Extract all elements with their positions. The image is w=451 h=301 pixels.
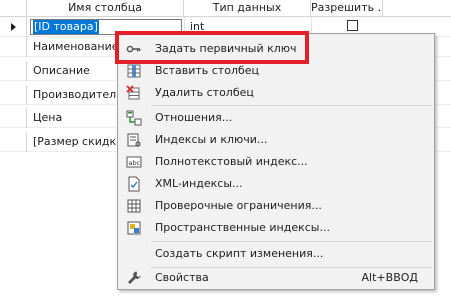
header-allow-nulls[interactable]: Разрешить ... — [311, 0, 383, 16]
menu-item-label: Индексы и ключи... — [155, 133, 268, 146]
row-selector[interactable] — [0, 61, 27, 81]
menu-separator — [151, 105, 432, 106]
check-constraints-icon — [126, 198, 142, 214]
allow-nulls-checkbox[interactable] — [347, 20, 358, 31]
menu-item-label: Полнотекстовый индекс... — [155, 155, 308, 168]
row-selector[interactable] — [0, 132, 27, 152]
menu-item-label: Проверочные ограничения... — [155, 199, 322, 212]
row-selector[interactable] — [0, 17, 27, 37]
menu-item-xml-indexes[interactable]: XML-индексы... — [120, 173, 432, 195]
indexes-keys-icon — [126, 132, 142, 148]
selected-text: [ID товара] — [33, 20, 99, 34]
row-selector[interactable] — [0, 85, 27, 105]
row-selector[interactable] — [0, 37, 27, 57]
menu-item-label: Удалить столбец — [155, 86, 254, 99]
script-icon — [126, 246, 142, 262]
svg-text:abc: abc — [129, 159, 141, 167]
menu-item-generate-change-script[interactable]: Создать скрипт изменения... — [120, 243, 432, 265]
menu-item-label: XML-индексы... — [155, 177, 243, 190]
grid-header: Имя столбца Тип данных Разрешить ... — [0, 0, 451, 17]
wrench-icon — [126, 270, 142, 286]
xml-index-icon — [126, 176, 142, 192]
menu-item-label: Отношения... — [155, 111, 233, 124]
menu-item-label: Создать скрипт изменения... — [155, 247, 324, 260]
highlight-annotation-box — [115, 31, 309, 64]
header-column-name[interactable]: Имя столбца — [27, 0, 184, 16]
menu-item-label: Свойства — [155, 271, 209, 284]
context-menu: Задать первичный ключ Вставить столбец У… — [117, 33, 435, 290]
menu-item-relationships[interactable]: Отношения... — [120, 107, 432, 129]
spatial-index-icon — [126, 220, 142, 236]
column-name-cell[interactable]: [Размер скидки] — [33, 132, 128, 152]
menu-item-fulltext-index[interactable]: abc Полнотекстовый индекс... — [120, 151, 432, 173]
menu-item-properties[interactable]: Свойства Alt+ВВОД — [120, 267, 432, 289]
column-name-cell[interactable]: Цена — [33, 108, 62, 128]
current-row-arrow-icon — [11, 23, 16, 31]
menu-item-label: Пространственные индексы... — [155, 221, 330, 234]
menu-item-shortcut: Alt+ВВОД — [361, 271, 418, 284]
menu-item-check-constraints[interactable]: Проверочные ограничения... — [120, 195, 432, 217]
menu-item-spatial-indexes[interactable]: Пространственные индексы... — [120, 217, 432, 239]
row-selector[interactable] — [0, 108, 27, 128]
column-name-cell[interactable]: Производитель — [33, 85, 123, 105]
relationships-icon — [126, 110, 142, 126]
delete-column-icon — [126, 85, 142, 101]
insert-column-icon — [126, 63, 142, 79]
menu-separator — [151, 241, 432, 242]
row-selector-header — [0, 0, 27, 16]
column-name-cell[interactable]: Наименование — [33, 37, 118, 57]
header-data-type[interactable]: Тип данных — [184, 0, 311, 16]
fulltext-index-icon: abc — [126, 154, 142, 170]
menu-item-delete-column[interactable]: Удалить столбец — [120, 82, 432, 104]
menu-item-indexes-keys[interactable]: Индексы и ключи... — [120, 129, 432, 151]
column-name-cell[interactable]: Описание — [33, 61, 90, 81]
